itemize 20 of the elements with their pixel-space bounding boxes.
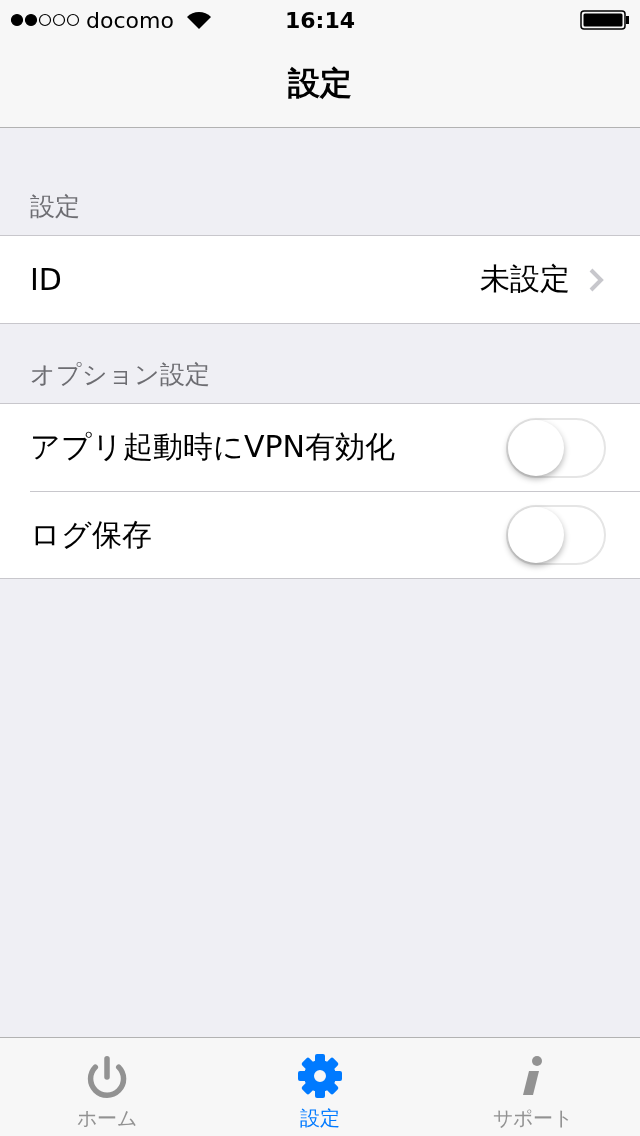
row-label: ID — [30, 262, 63, 297]
tab-item[interactable]: 設定 — [213, 1038, 427, 1136]
battery-icon — [580, 10, 630, 30]
settings-row[interactable]: ID 未設定 — [0, 236, 640, 323]
settings-icon — [297, 1053, 343, 1099]
signal-icon — [10, 13, 80, 27]
toggle-switch[interactable] — [506, 417, 606, 478]
status-time: 16:14 — [285, 7, 355, 33]
wifi-icon — [185, 10, 212, 30]
tab-item[interactable]: サポート — [426, 1038, 640, 1136]
nav-title: 設定 — [288, 62, 352, 104]
section-header: オプション設定 — [30, 359, 210, 391]
section-header: 設定 — [30, 191, 80, 223]
chevron-icon — [588, 266, 604, 293]
toggle-switch[interactable] — [506, 505, 606, 565]
row-value: 未設定 — [480, 260, 570, 298]
row-label: ログ保存 — [30, 515, 153, 554]
tab-item[interactable]: ホーム — [0, 1038, 214, 1136]
carrier-name: docomo — [86, 7, 174, 33]
row-label: アプリ起動時にVPN有効化 — [30, 428, 397, 466]
